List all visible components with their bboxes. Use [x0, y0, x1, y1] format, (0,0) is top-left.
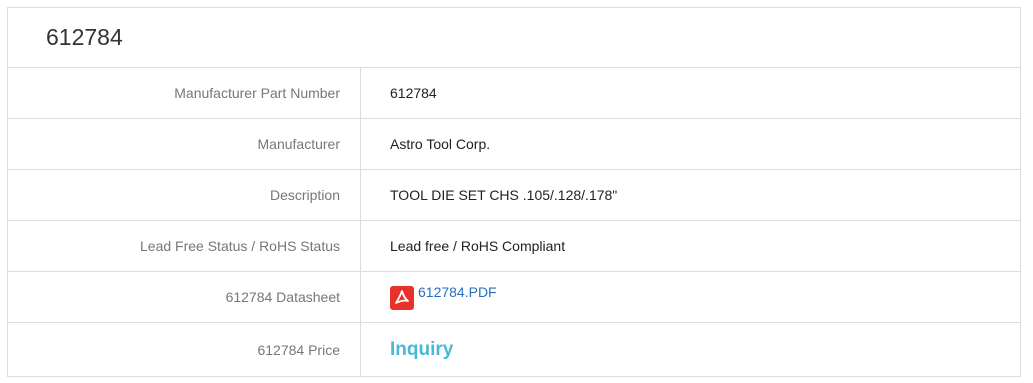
spec-label: Description — [8, 170, 361, 220]
page-title: 612784 — [8, 8, 1020, 68]
pdf-icon — [390, 286, 414, 310]
price-cell: Inquiry — [361, 323, 1020, 377]
inquiry-link[interactable]: Inquiry — [390, 339, 453, 361]
spec-label: 612784 Datasheet — [8, 272, 361, 322]
spec-row: 612784 Datasheet 612784.PDF — [8, 272, 1020, 323]
spec-label: Manufacturer Part Number — [8, 68, 361, 118]
spec-label: Lead Free Status / RoHS Status — [8, 221, 361, 271]
spec-row: Manufacturer Part Number 612784 — [8, 68, 1020, 119]
product-panel: 612784 Manufacturer Part Number 612784 M… — [7, 7, 1021, 377]
spec-row: Lead Free Status / RoHS Status Lead free… — [8, 221, 1020, 272]
datasheet-link[interactable]: 612784.PDF — [390, 284, 497, 310]
spec-row: Manufacturer Astro Tool Corp. — [8, 119, 1020, 170]
spec-value: TOOL DIE SET CHS .105/.128/.178" — [390, 187, 618, 203]
spec-value: Astro Tool Corp. — [390, 136, 491, 152]
spec-row: Description TOOL DIE SET CHS .105/.128/.… — [8, 170, 1020, 221]
datasheet-cell: 612784.PDF — [361, 272, 1020, 322]
datasheet-link-label: 612784.PDF — [418, 284, 497, 300]
spec-label: 612784 Price — [8, 323, 361, 377]
spec-label: Manufacturer — [8, 119, 361, 169]
spec-value: 612784 — [390, 85, 437, 101]
spec-row: 612784 Price Inquiry — [8, 323, 1020, 377]
spec-value: Lead free / RoHS Compliant — [390, 238, 566, 254]
